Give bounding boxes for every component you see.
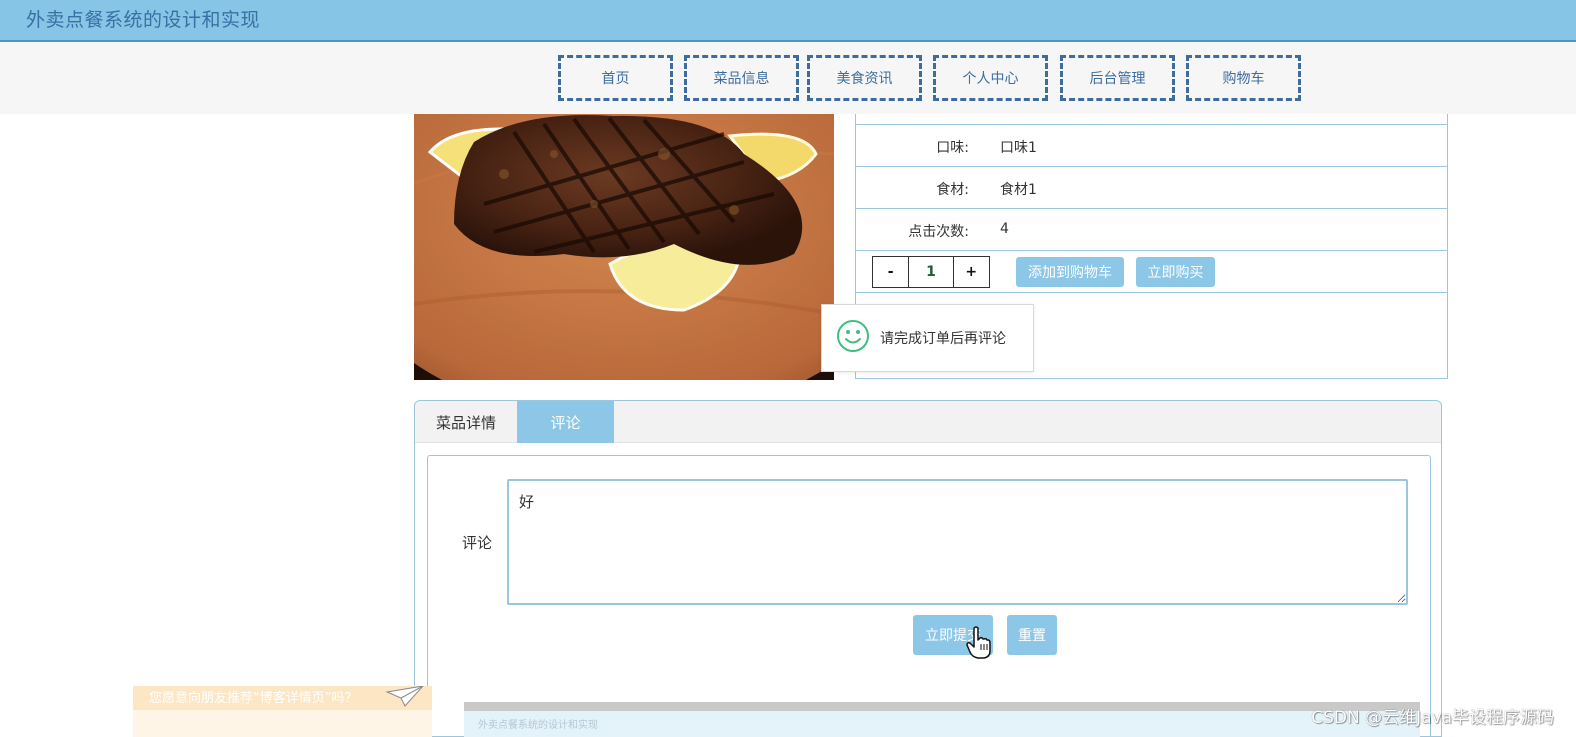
tab-dish-details[interactable]: 菜品详情 xyxy=(415,401,517,443)
recommend-banner[interactable]: 您愿意向朋友推荐“博客详情页”吗？ xyxy=(133,686,432,737)
add-to-cart-button[interactable]: 添加到购物车 xyxy=(1016,257,1124,287)
quantity-stepper: - 1 + xyxy=(872,256,990,288)
recommend-text: 您愿意向朋友推荐“博客详情页”吗？ xyxy=(149,691,358,706)
paper-plane-icon xyxy=(385,686,425,712)
info-row-actions: - 1 + 添加到购物车 立即购买 xyxy=(856,251,1447,293)
dish-image xyxy=(414,114,834,380)
preview-title: 外卖点餐系统的设计和实现 xyxy=(478,720,598,731)
quantity-decrease-button[interactable]: - xyxy=(873,257,909,287)
quantity-increase-button[interactable]: + xyxy=(953,257,989,287)
quantity-value[interactable]: 1 xyxy=(908,257,954,287)
info-row-ingredients: 食材: 食材1 xyxy=(856,167,1447,209)
flavor-value: 口味1 xyxy=(1000,140,1037,156)
page: 外卖点餐系统的设计和实现 首页 菜品信息 美食资讯 个人中心 后台管理 购物车 xyxy=(0,0,1576,737)
comment-form: 评论 立即提交 重置 xyxy=(427,455,1431,737)
hand-cursor-icon xyxy=(966,626,992,664)
tab-bar: 菜品详情 评论 xyxy=(415,401,1441,443)
tab-comments[interactable]: 评论 xyxy=(517,401,614,443)
nav-home[interactable]: 首页 xyxy=(558,55,673,101)
info-row-flavor: 口味: 口味1 xyxy=(856,125,1447,167)
clicks-value: 4 xyxy=(1000,221,1009,237)
ingredients-value: 食材1 xyxy=(1000,182,1037,198)
toast-message: 请完成订单后再评论 xyxy=(821,304,1034,372)
nav-dish-info[interactable]: 菜品信息 xyxy=(684,55,799,101)
ingredients-label: 食材: xyxy=(936,182,969,198)
flavor-label: 口味: xyxy=(936,140,969,156)
app-header: 外卖点餐系统的设计和实现 xyxy=(0,0,1576,42)
reset-button[interactable]: 重置 xyxy=(1007,615,1057,655)
watermark: CSDN @云维Java毕设程序源码 xyxy=(1311,708,1554,728)
comment-textarea[interactable] xyxy=(507,479,1408,605)
toast-text: 请完成订单后再评论 xyxy=(880,331,1006,347)
page-preview-strip: 外卖点餐系统的设计和实现 xyxy=(464,702,1420,737)
app-title: 外卖点餐系统的设计和实现 xyxy=(26,9,261,31)
grilled-steak-photo xyxy=(414,114,834,380)
buy-now-button[interactable]: 立即购买 xyxy=(1136,257,1215,287)
info-row-clicks: 点击次数: 4 xyxy=(856,209,1447,251)
comment-label: 评论 xyxy=(462,534,493,552)
clicks-label: 点击次数: xyxy=(908,224,969,240)
info-row-partial xyxy=(856,83,1447,125)
detail-tabs-panel: 菜品详情 评论 评论 立即提交 重置 xyxy=(414,400,1442,737)
smiley-icon xyxy=(836,319,870,357)
